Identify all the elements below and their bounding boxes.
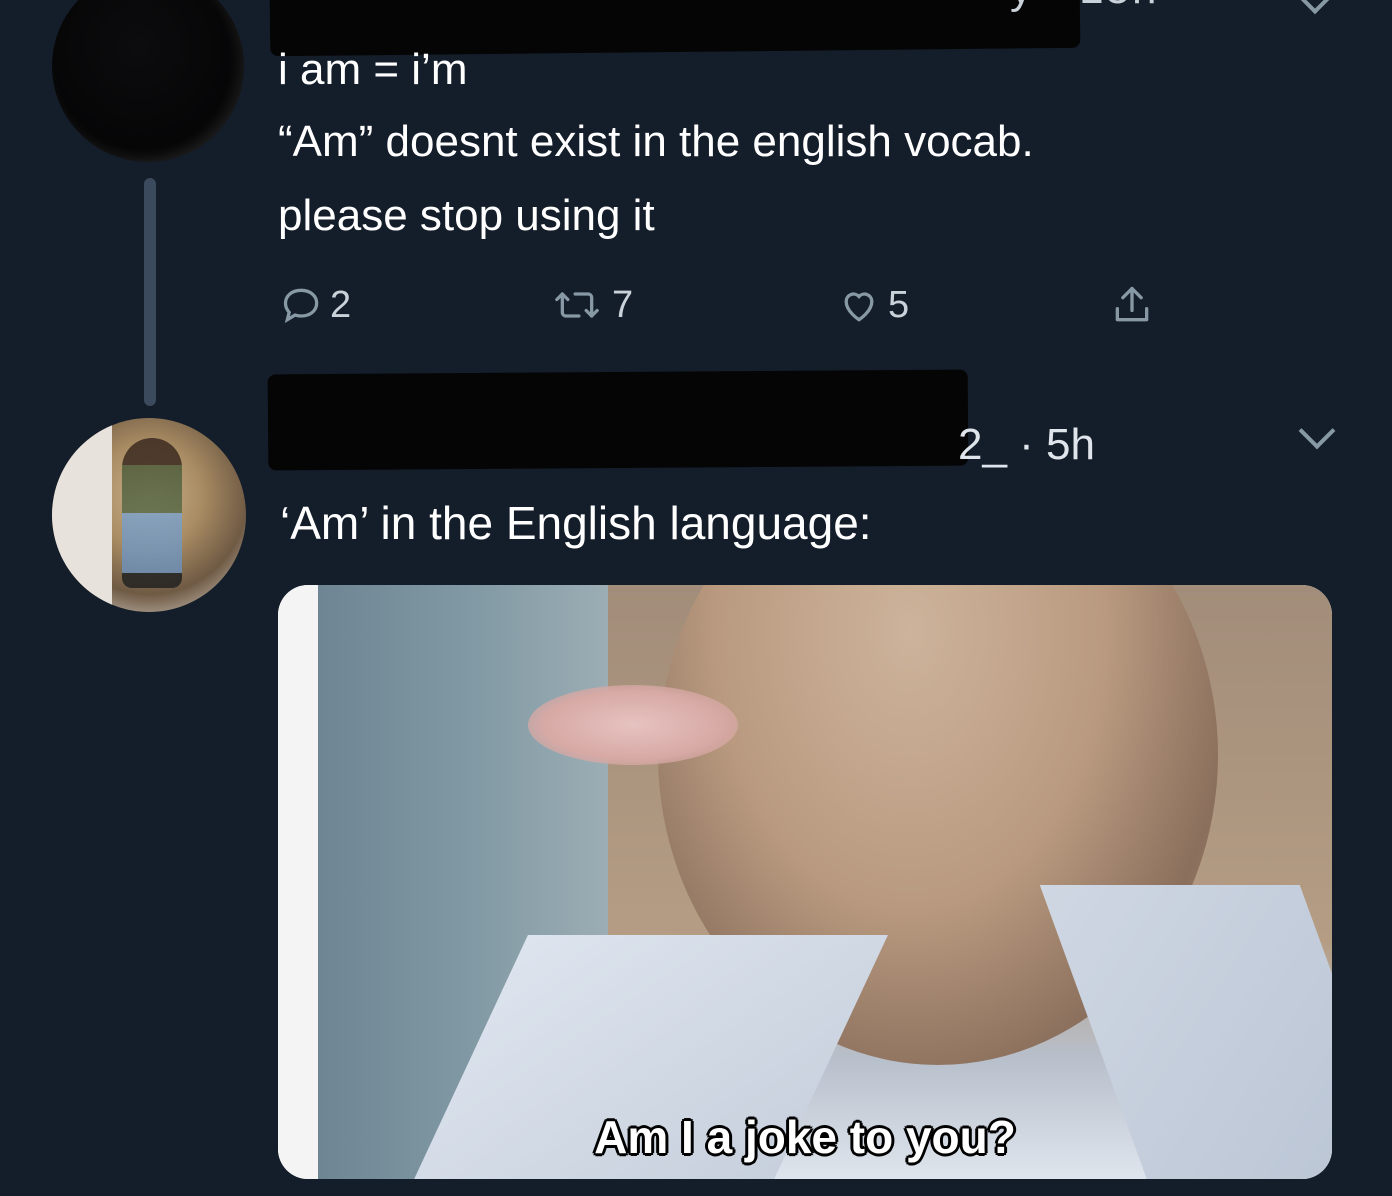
tweet-media-image[interactable]: Am I a joke to you? xyxy=(278,585,1332,1179)
avatar[interactable] xyxy=(52,418,246,612)
redacted-username xyxy=(267,369,969,471)
avatar[interactable] xyxy=(52,0,244,162)
retweet-icon xyxy=(555,292,599,318)
chevron-down-icon[interactable] xyxy=(1298,412,1336,450)
tweet-meta: 2_ · 5h xyxy=(958,420,1095,469)
reply-icon xyxy=(283,288,319,324)
share-button[interactable] xyxy=(1110,280,1154,330)
reply-count: 2 xyxy=(330,283,352,326)
tweet-text: ‘Am’ in the English language: xyxy=(280,497,872,549)
retweet-button[interactable]: 7 xyxy=(548,280,633,330)
tweet-actions: 2 7 5 xyxy=(280,280,1180,330)
chevron-down-icon[interactable] xyxy=(1293,0,1337,15)
retweet-count: 7 xyxy=(612,283,634,326)
media-caption: Am I a joke to you? xyxy=(594,1111,1016,1163)
tweet-text-line: “Am” doesnt exist in the english vocab. xyxy=(278,117,1034,166)
like-count: 5 xyxy=(888,283,910,326)
tweet-meta: y · 15h xyxy=(1010,0,1159,14)
thread-connector xyxy=(144,178,156,406)
like-button[interactable]: 5 xyxy=(836,280,909,330)
reply-button[interactable]: 2 xyxy=(280,280,351,330)
tweet-text-line: i am = i’m xyxy=(278,45,468,94)
heart-icon xyxy=(844,292,874,322)
tweet-text-line: please stop using it xyxy=(278,191,655,240)
share-icon xyxy=(1115,286,1149,322)
